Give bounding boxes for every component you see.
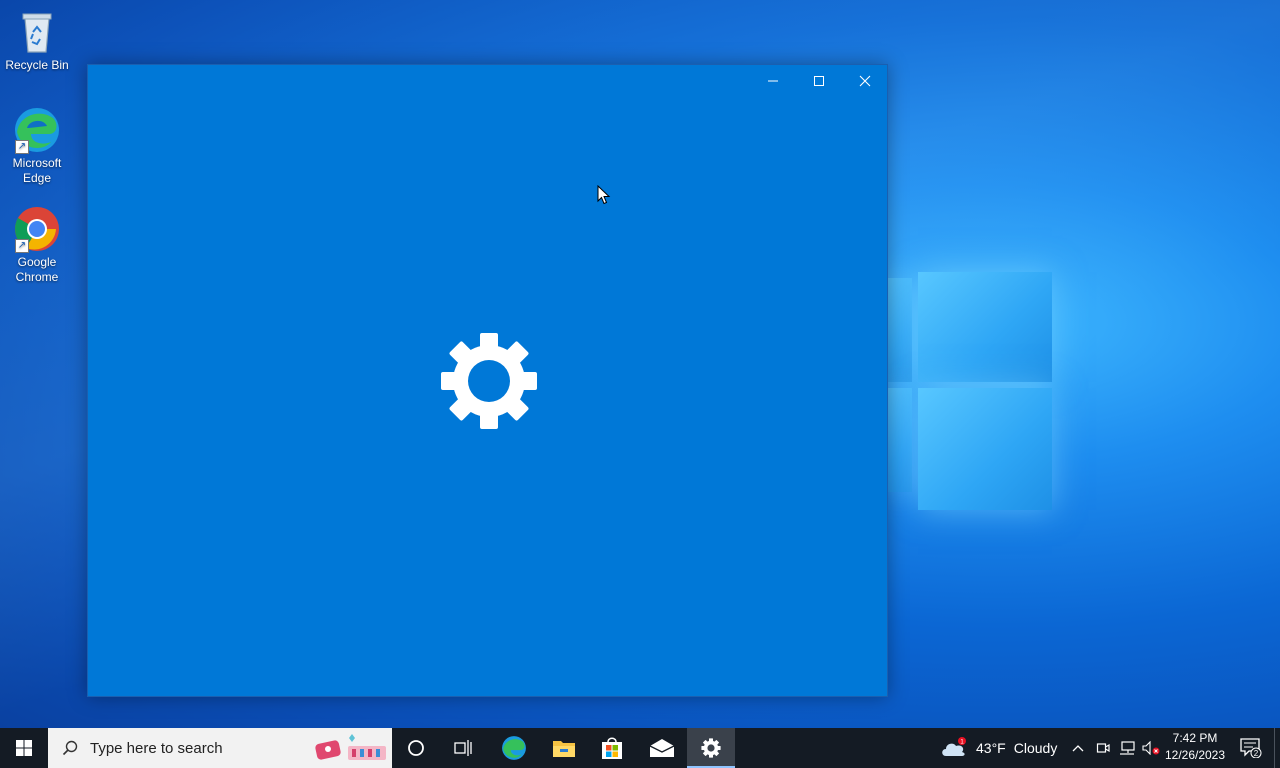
chevron-up-icon (1072, 745, 1084, 752)
mail-icon (649, 739, 675, 757)
cortana-icon (408, 740, 424, 756)
settings-icon (701, 738, 721, 758)
taskbar-edge-button[interactable] (490, 728, 538, 768)
search-highlight-icon (315, 734, 386, 760)
taskbar: Type here to search 1 43°F Cloudy 7:42 P… (0, 728, 1280, 768)
settings-window[interactable] (87, 64, 888, 697)
desktop-icon-microsoft-edge[interactable]: ↗ Microsoft Edge (4, 106, 70, 186)
desktop-icon-google-chrome[interactable]: ↗ Google Chrome (4, 205, 70, 285)
clock-time: 7:42 PM (1172, 731, 1218, 745)
start-button[interactable] (0, 728, 48, 768)
close-icon (859, 75, 871, 87)
clock-date: 12/26/2023 (1164, 748, 1226, 762)
shortcut-arrow-icon: ↗ (15, 239, 29, 253)
clock[interactable]: 7:42 PM 12/26/2023 (1160, 730, 1230, 764)
search-box[interactable]: Type here to search (48, 728, 392, 768)
weather-temp: 43°F (976, 740, 1006, 756)
weather-condition: Cloudy (1013, 740, 1058, 756)
close-button[interactable] (842, 65, 888, 97)
taskbar-settings-button[interactable] (687, 728, 735, 768)
taskbar-file-explorer-button[interactable] (540, 728, 588, 768)
taskbar-store-button[interactable] (588, 728, 636, 768)
minimize-icon (768, 80, 778, 82)
taskbar-mail-button[interactable] (638, 728, 686, 768)
search-icon (62, 740, 78, 756)
show-desktop-button[interactable] (1274, 728, 1280, 768)
gear-icon (441, 333, 537, 429)
windows-logo-wallpaper (888, 258, 1054, 510)
action-center-button[interactable]: 2 (1234, 728, 1268, 768)
windows-start-icon (16, 740, 32, 756)
weather-widget[interactable]: 1 43°F Cloudy (940, 728, 1062, 768)
shortcut-arrow-icon: ↗ (15, 140, 29, 154)
recycle-bin-icon (13, 8, 61, 56)
desktop-icon-label: Google Chrome (15, 255, 59, 284)
volume-muted-icon (1142, 741, 1160, 755)
maximize-icon (814, 76, 824, 86)
mouse-cursor-icon (597, 185, 611, 205)
task-view-icon (454, 740, 472, 756)
cloudy-weather-icon: 1 (942, 737, 966, 756)
tray-meet-now-button[interactable] (1092, 728, 1114, 768)
meet-now-icon (1096, 743, 1110, 753)
task-view-button[interactable] (440, 728, 488, 768)
tray-volume-button[interactable] (1140, 728, 1162, 768)
maximize-button[interactable] (796, 65, 842, 97)
desktop-icon-label: Recycle Bin (5, 58, 69, 72)
desktop-icon-recycle-bin[interactable]: Recycle Bin (4, 8, 70, 73)
cortana-button[interactable] (392, 728, 440, 768)
file-explorer-icon (553, 741, 575, 757)
store-icon (602, 737, 622, 759)
notifications-icon: 2 (1240, 738, 1262, 758)
search-placeholder: Type here to search (90, 739, 223, 757)
show-hidden-icons-button[interactable] (1068, 728, 1088, 768)
tray-network-button[interactable] (1116, 728, 1138, 768)
notification-count-badge: 2 (1254, 749, 1259, 758)
edge-icon (502, 736, 526, 760)
desktop-icon-label: Microsoft Edge (12, 156, 62, 185)
edge-icon: ↗ (13, 106, 61, 154)
network-icon (1120, 741, 1135, 755)
minimize-button[interactable] (750, 65, 796, 97)
chrome-icon: ↗ (13, 205, 61, 253)
